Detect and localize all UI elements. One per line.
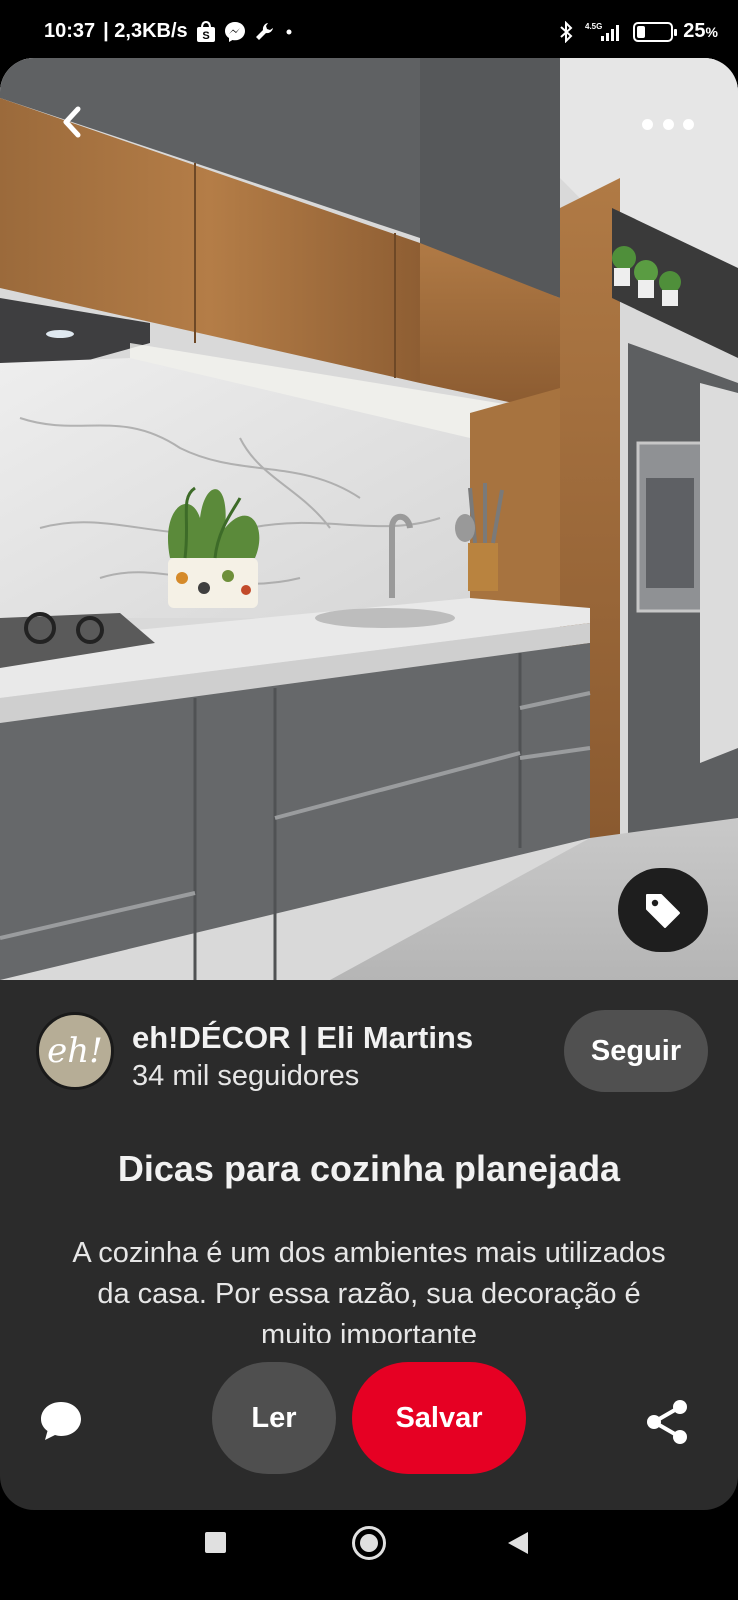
nav-back-icon[interactable] xyxy=(508,1532,528,1554)
share-icon xyxy=(647,1400,687,1444)
pin-image[interactable] xyxy=(0,58,738,980)
share-button[interactable] xyxy=(644,1398,690,1446)
messenger-icon xyxy=(224,21,246,43)
system-nav-bar xyxy=(0,1510,738,1600)
comment-icon xyxy=(41,1402,81,1440)
more-options-icon xyxy=(683,118,694,130)
battery-icon xyxy=(633,21,678,42)
pin-description: A cozinha é um dos ambientes mais utiliz… xyxy=(72,1237,666,1343)
kitchen-photo xyxy=(0,58,738,980)
more-options-icon xyxy=(662,118,674,130)
more-options-button[interactable] xyxy=(642,112,694,136)
back-arrow-icon xyxy=(63,106,81,138)
home-icon[interactable] xyxy=(352,1526,386,1560)
battery-fill xyxy=(637,25,646,38)
status-left: 10:37 | 2,3KB/s S xyxy=(44,20,294,43)
dot-icon xyxy=(284,27,294,37)
wrench-icon xyxy=(254,21,276,43)
svg-text:S: S xyxy=(202,30,209,42)
shopee-icon: S xyxy=(196,20,216,43)
pin-card: eh! eh!DÉCOR | Eli Martins 34 mil seguid… xyxy=(0,58,738,1510)
read-button[interactable]: Ler xyxy=(212,1362,336,1474)
status-bar: 10:37 | 2,3KB/s S 4.5G 25% xyxy=(0,0,738,64)
comment-button[interactable] xyxy=(38,1398,84,1444)
more-options-icon xyxy=(642,118,653,130)
follower-count: 34 mil seguidores xyxy=(132,1060,360,1092)
signal-icon: 4.5G xyxy=(583,21,623,43)
avatar-logo-text: eh! xyxy=(47,1031,103,1071)
bluetooth-icon xyxy=(559,20,573,43)
follow-button[interactable]: Seguir xyxy=(564,1010,708,1092)
network-type-label: 4.5G xyxy=(585,22,602,31)
back-button[interactable] xyxy=(52,102,92,142)
status-network-speed: | 2,3KB/s xyxy=(103,20,188,42)
save-button[interactable]: Salvar xyxy=(352,1362,526,1474)
recent-apps-icon[interactable] xyxy=(205,1532,226,1553)
pin-title: Dicas para cozinha planejada xyxy=(117,1148,621,1189)
creator-row: eh! eh!DÉCOR | Eli Martins 34 mil seguid… xyxy=(36,1010,708,1100)
status-time: 10:37 xyxy=(44,20,96,42)
creator-name[interactable]: eh!DÉCOR | Eli Martins xyxy=(132,1020,473,1056)
avatar[interactable]: eh! xyxy=(36,1012,114,1090)
status-right: 4.5G 25% xyxy=(559,20,718,43)
shop-tag-button[interactable] xyxy=(618,868,708,952)
battery-percent: 25% xyxy=(683,20,718,42)
shop-tag-icon xyxy=(646,894,680,928)
